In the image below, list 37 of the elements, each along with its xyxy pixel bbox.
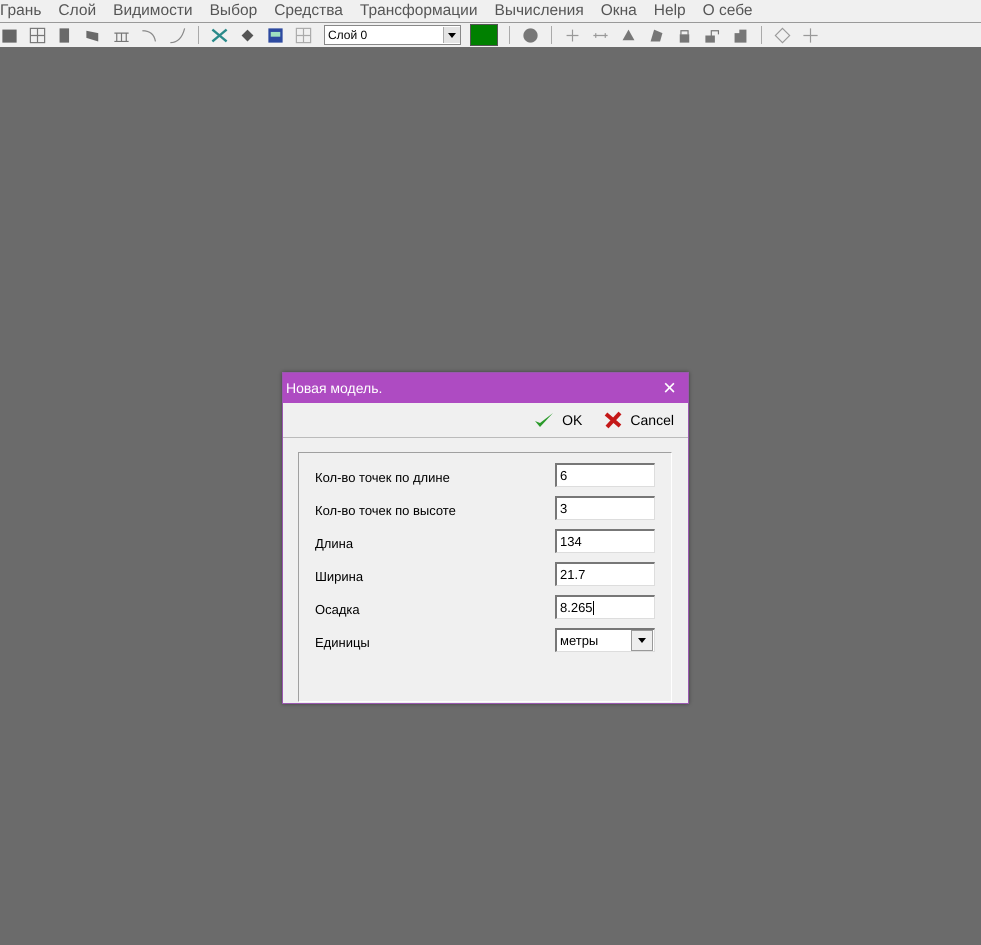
tool-icon[interactable]	[168, 26, 187, 44]
close-button[interactable]: ×	[659, 377, 680, 399]
layer-dropdown[interactable]: Слой 0	[324, 25, 461, 45]
menu-item[interactable]: Трансформации	[360, 2, 478, 20]
dialog-title: Новая модель.	[286, 380, 382, 396]
tool-icon[interactable]	[28, 26, 47, 44]
field-label: Кол-во точек по высоте	[315, 503, 457, 520]
field-label: Ширина	[315, 569, 364, 586]
menu-item[interactable]: Грань	[0, 2, 42, 20]
ok-button[interactable]: OK	[534, 411, 582, 429]
input-field[interactable]: 3	[555, 496, 655, 520]
field-label: Длина	[315, 536, 354, 553]
menu-item[interactable]: Help	[654, 2, 686, 20]
menu-item[interactable]: О себе	[702, 2, 753, 20]
menu-item[interactable]: Окна	[600, 2, 637, 20]
menu-item[interactable]: Слой	[58, 2, 96, 20]
check-icon	[534, 411, 554, 429]
dropdown-arrow-icon	[638, 638, 646, 643]
tool-icon[interactable]	[210, 26, 229, 44]
field-label: Единицы	[315, 635, 371, 652]
input-field[interactable]: 6	[555, 463, 655, 487]
units-dropdown[interactable]: метры	[555, 628, 655, 652]
tool-icon[interactable]	[521, 26, 540, 44]
cross-icon	[604, 411, 622, 429]
cancel-button[interactable]: Cancel	[604, 411, 674, 429]
field-label: Осадка	[315, 602, 361, 619]
menu-item[interactable]: Средства	[274, 2, 343, 20]
menu-item[interactable]: Видимости	[113, 2, 193, 20]
field-label: Кол-во точек по длине	[315, 470, 451, 487]
menu-item[interactable]: Вычисления	[494, 2, 584, 20]
dropdown-arrow-icon	[448, 32, 456, 38]
input-field[interactable]: 8.265	[555, 595, 655, 619]
tool-icon[interactable]	[266, 26, 285, 44]
input-field[interactable]: 21.7	[555, 562, 655, 586]
color-swatch[interactable]	[470, 24, 498, 46]
input-field[interactable]: 134	[555, 529, 655, 553]
menu-item[interactable]: Выбор	[210, 2, 258, 20]
